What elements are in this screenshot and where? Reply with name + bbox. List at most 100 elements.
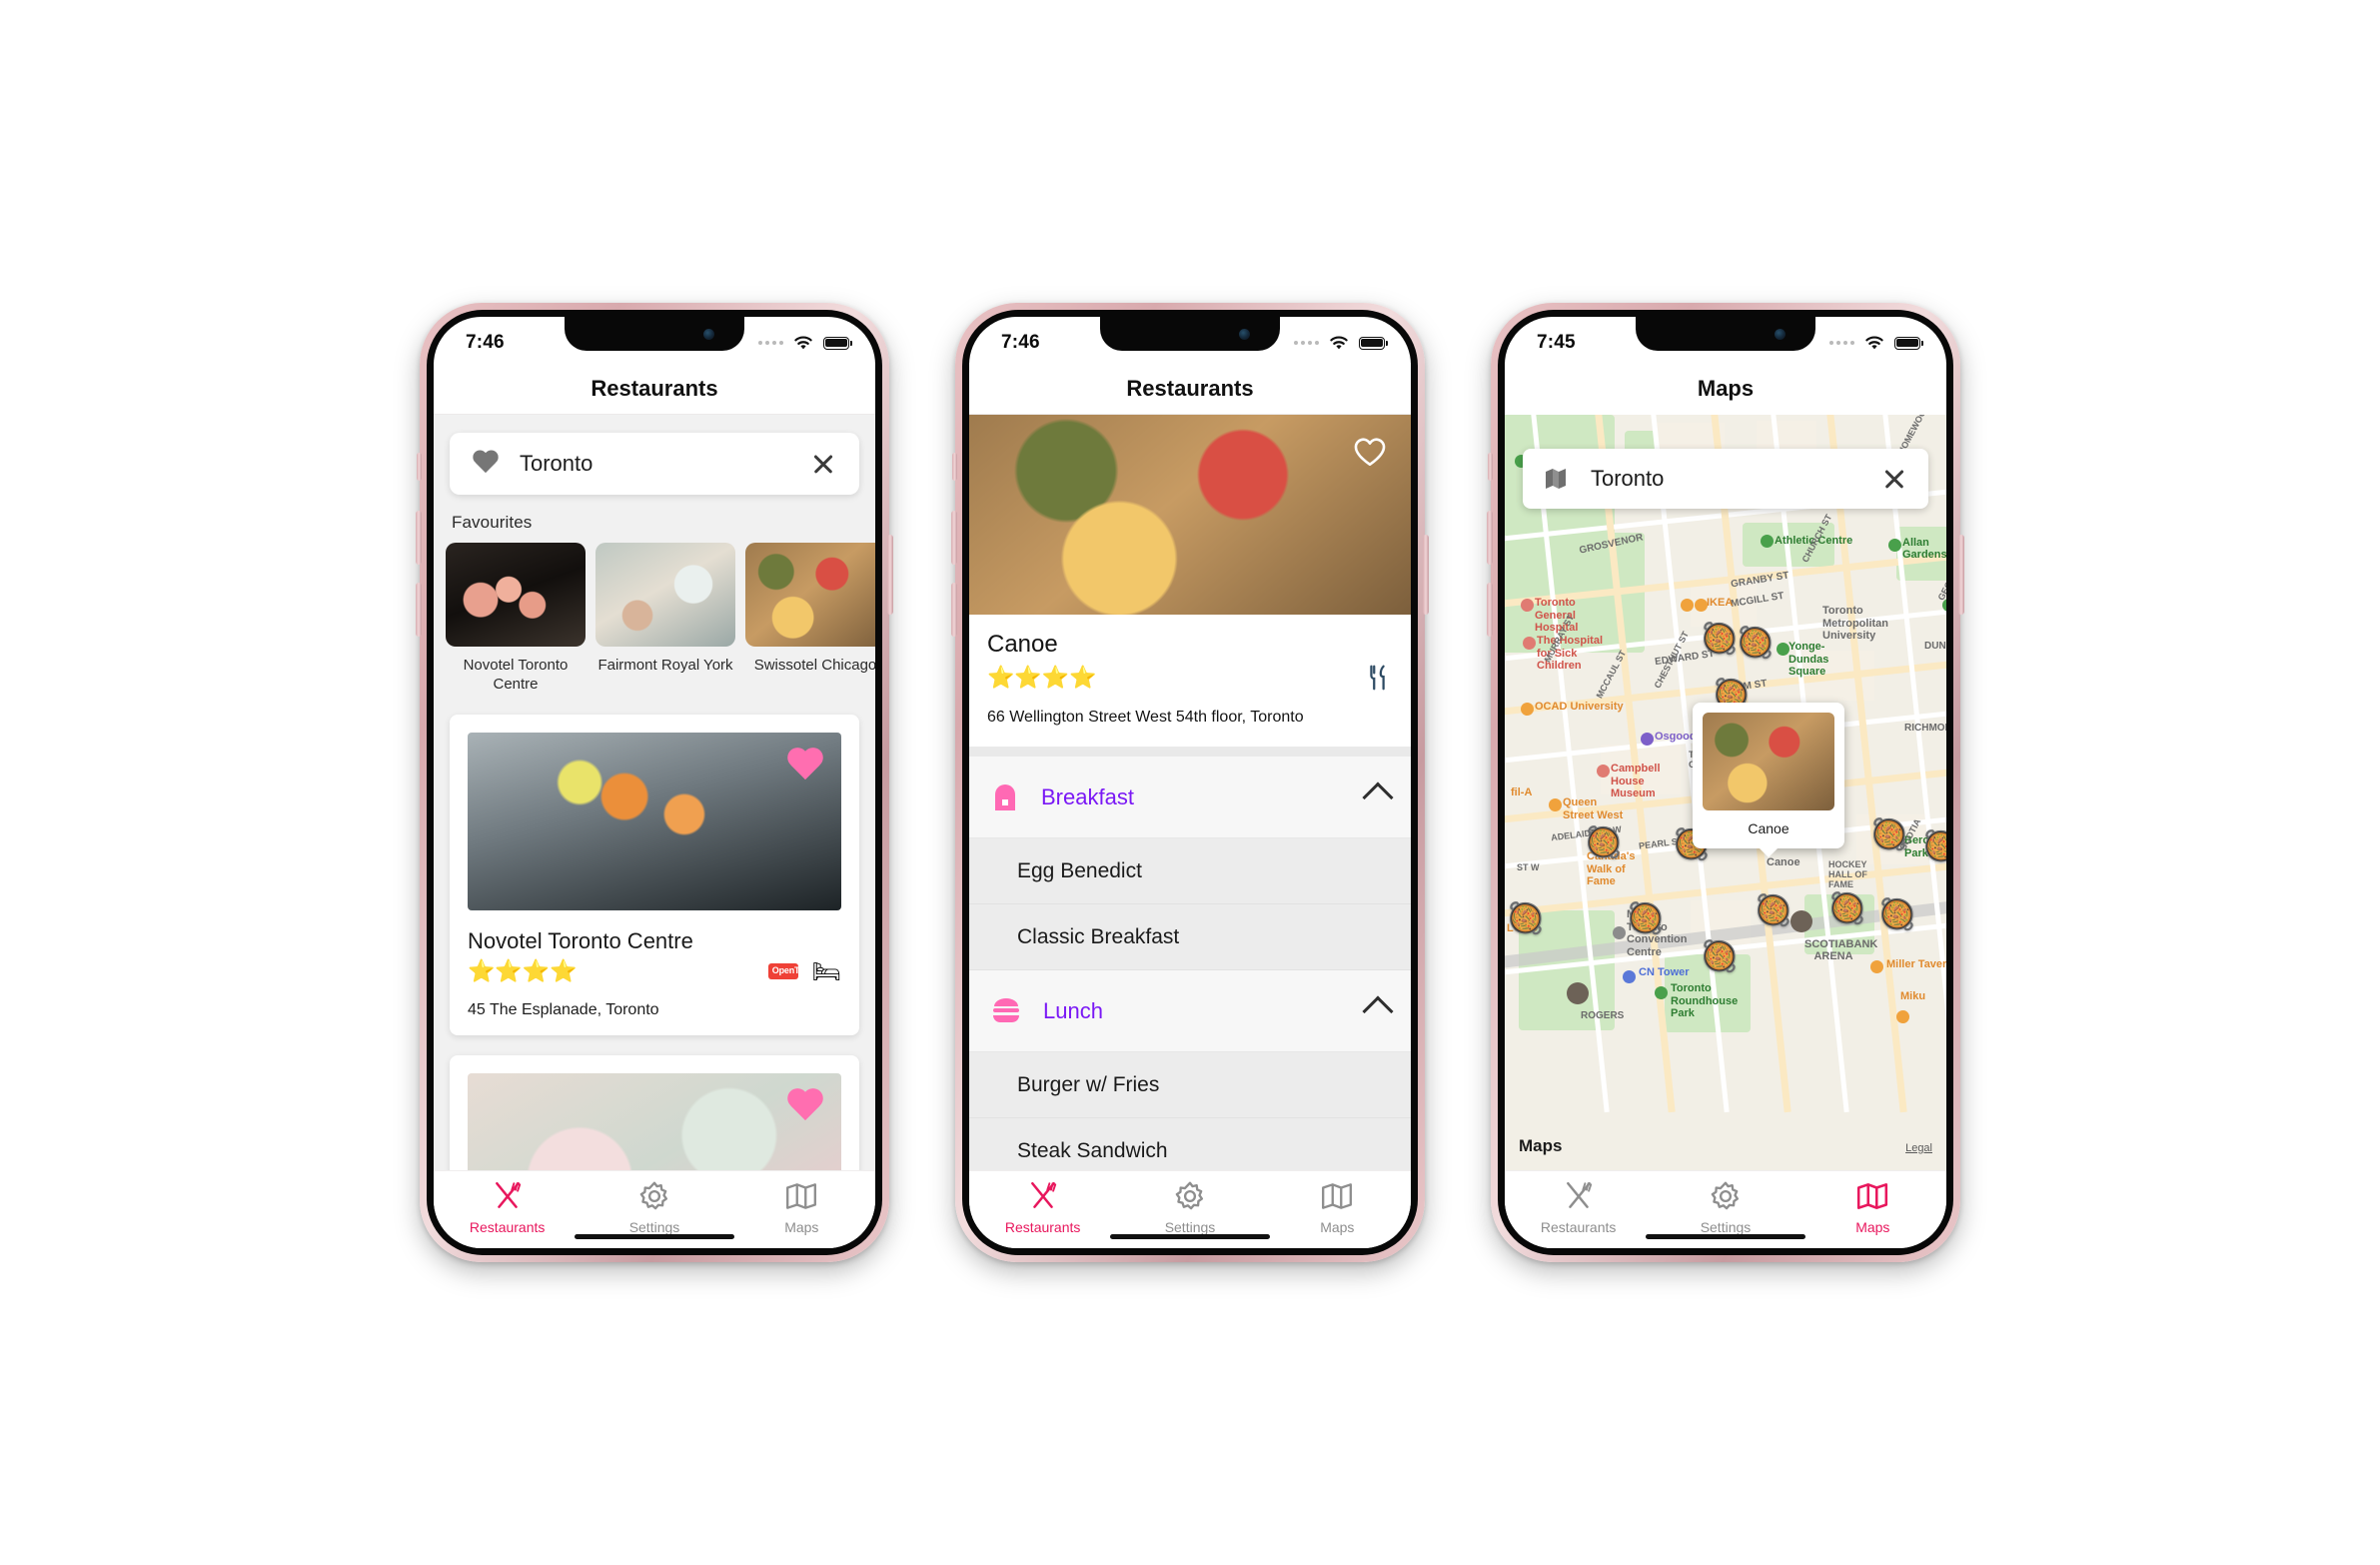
favourites-search-field[interactable]: Toronto: [450, 433, 859, 495]
rating-row: ⭐⭐⭐⭐: [987, 663, 1393, 693]
convention-poi-icon[interactable]: [1613, 926, 1626, 939]
chevron-up-icon[interactable]: [1362, 994, 1394, 1027]
landmark-poi-icon[interactable]: [1623, 970, 1636, 983]
arena-poi-icon[interactable]: [1790, 910, 1812, 932]
restaurant-card[interactable]: Novotel Toronto Centre ⭐⭐⭐⭐ OpenTable 🛏 …: [450, 714, 859, 1035]
restaurant-pin[interactable]: 🥘: [1828, 894, 1865, 924]
favourite-heart-icon[interactable]: [785, 749, 825, 784]
cutlery-icon[interactable]: [1363, 663, 1393, 693]
open-table-badge[interactable]: OpenTable: [767, 963, 816, 979]
tab-restaurants[interactable]: Restaurants: [983, 1179, 1103, 1235]
store-poi-icon[interactable]: [1695, 599, 1708, 612]
heart-outline-icon[interactable]: [1353, 435, 1387, 469]
navbar: Restaurants: [434, 363, 875, 415]
map-label: Allan Gardens: [1902, 537, 1946, 562]
transit-poi-icon[interactable]: [1549, 798, 1562, 811]
tab-label: Maps: [1855, 1219, 1890, 1235]
power-button[interactable]: [1423, 535, 1429, 615]
sports-poi-icon[interactable]: [1761, 535, 1774, 548]
restaurant-pin[interactable]: 🥘: [1755, 896, 1791, 926]
tab-restaurants[interactable]: Restaurants: [448, 1179, 568, 1235]
bar-poi-icon[interactable]: [1870, 960, 1883, 973]
restaurant-pin[interactable]: 🥘: [1870, 820, 1907, 850]
search-input[interactable]: Toronto: [1591, 466, 1858, 492]
map-label: Yonge-Dundas Square: [1788, 641, 1829, 679]
favourite-heart-icon[interactable]: [785, 1089, 825, 1125]
tab-settings[interactable]: Settings: [1130, 1179, 1250, 1235]
volume-up-button[interactable]: [951, 511, 957, 565]
map-callout[interactable]: Canoe: [1693, 703, 1844, 857]
tab-maps[interactable]: Maps: [1277, 1179, 1397, 1235]
volume-down-button[interactable]: [416, 583, 422, 637]
status-time: 7:46: [1001, 332, 1040, 353]
hospital-poi-icon[interactable]: [1521, 599, 1534, 612]
map-icon: [1322, 1183, 1353, 1209]
menu-section-header-lunch[interactable]: Lunch: [969, 970, 1411, 1052]
search-input[interactable]: Toronto: [520, 451, 789, 477]
map-search-field[interactable]: Toronto: [1523, 449, 1928, 509]
restaurant-hero-photo: [969, 415, 1411, 615]
home-indicator[interactable]: [575, 1234, 734, 1239]
callout-photo: [1703, 713, 1834, 810]
tab-maps[interactable]: Maps: [741, 1179, 861, 1235]
restaurant-address: 66 Wellington Street West 54th floor, To…: [987, 709, 1304, 726]
favourite-item[interactable]: Swissotel Chicago: [745, 543, 875, 695]
map-label: ST W: [1517, 862, 1540, 872]
restaurant-pin[interactable]: 🥘: [1878, 900, 1915, 930]
volume-down-button[interactable]: [951, 583, 957, 637]
home-indicator[interactable]: [1646, 1234, 1805, 1239]
museum-poi-icon[interactable]: [1597, 765, 1610, 778]
battery-icon: [823, 336, 852, 350]
favourite-item[interactable]: Novotel Toronto Centre: [446, 543, 586, 695]
map-canvas[interactable]: Queen's Park CHURCH AND WELLESLEY HOMEWO…: [1505, 415, 1946, 1170]
chevron-up-icon[interactable]: [1362, 781, 1394, 813]
volume-up-button[interactable]: [416, 511, 422, 565]
screen: 7:46 Restaurants Toronto Favourites Novo…: [434, 317, 875, 1248]
close-icon[interactable]: [1880, 465, 1908, 493]
restaurant-pin[interactable]: 🥘: [1737, 629, 1774, 659]
garden-poi-icon[interactable]: [1888, 539, 1901, 552]
power-button[interactable]: [1958, 535, 1964, 615]
restaurant-pin[interactable]: 🥘: [1627, 904, 1664, 934]
favourites-carousel[interactable]: Novotel Toronto Centre Fairmont Royal Yo…: [434, 543, 875, 695]
store-poi-icon[interactable]: [1681, 599, 1694, 612]
tab-maps[interactable]: Maps: [1812, 1179, 1932, 1235]
hospital-poi-icon[interactable]: [1523, 637, 1536, 650]
menu-item[interactable]: Burger w/ Fries: [969, 1052, 1411, 1118]
favourite-item[interactable]: Fairmont Royal York: [595, 543, 735, 695]
front-camera: [703, 329, 714, 340]
menu-item[interactable]: Egg Benedict: [969, 838, 1411, 904]
restaurant-pin[interactable]: 🥘: [1701, 625, 1738, 655]
legal-link[interactable]: Legal: [1905, 1142, 1932, 1154]
close-icon[interactable]: [809, 450, 837, 478]
restaurant-poi-icon[interactable]: [1896, 1010, 1909, 1023]
volume-down-button[interactable]: [1487, 583, 1493, 637]
mute-switch[interactable]: [1488, 453, 1493, 481]
restaurant-pin[interactable]: 🥘: [1585, 828, 1622, 858]
stadium-poi-icon[interactable]: [1567, 982, 1589, 1004]
menu-item[interactable]: Steak Sandwich: [969, 1118, 1411, 1170]
restaurant-card[interactable]: [450, 1054, 859, 1170]
subway-poi-icon[interactable]: [1641, 733, 1654, 746]
mute-switch[interactable]: [952, 453, 957, 481]
tab-restaurants[interactable]: Restaurants: [1519, 1179, 1639, 1235]
home-indicator[interactable]: [1110, 1234, 1270, 1239]
restaurant-pin[interactable]: 🥘: [1701, 942, 1738, 972]
tab-settings[interactable]: Settings: [595, 1179, 714, 1235]
signal-dots-icon: [1294, 341, 1319, 345]
mute-switch[interactable]: [417, 453, 422, 481]
menu-item[interactable]: Classic Breakfast: [969, 904, 1411, 970]
hotel-bed-icon[interactable]: 🛏: [812, 958, 841, 985]
menu-section-header-breakfast[interactable]: Breakfast: [969, 757, 1411, 838]
map-content[interactable]: Queen's Park CHURCH AND WELLESLEY HOMEWO…: [1505, 415, 1946, 1170]
square-poi-icon[interactable]: [1777, 643, 1789, 656]
university-poi-icon[interactable]: [1521, 703, 1534, 716]
front-camera: [1775, 329, 1785, 340]
park-poi-icon[interactable]: [1655, 986, 1668, 999]
card-badges[interactable]: OpenTable 🛏: [767, 958, 841, 985]
power-button[interactable]: [887, 535, 893, 615]
restaurant-pin[interactable]: 🥘: [1507, 904, 1544, 934]
restaurant-pin[interactable]: 🥘: [1922, 832, 1946, 862]
tab-settings[interactable]: Settings: [1666, 1179, 1785, 1235]
volume-up-button[interactable]: [1487, 511, 1493, 565]
